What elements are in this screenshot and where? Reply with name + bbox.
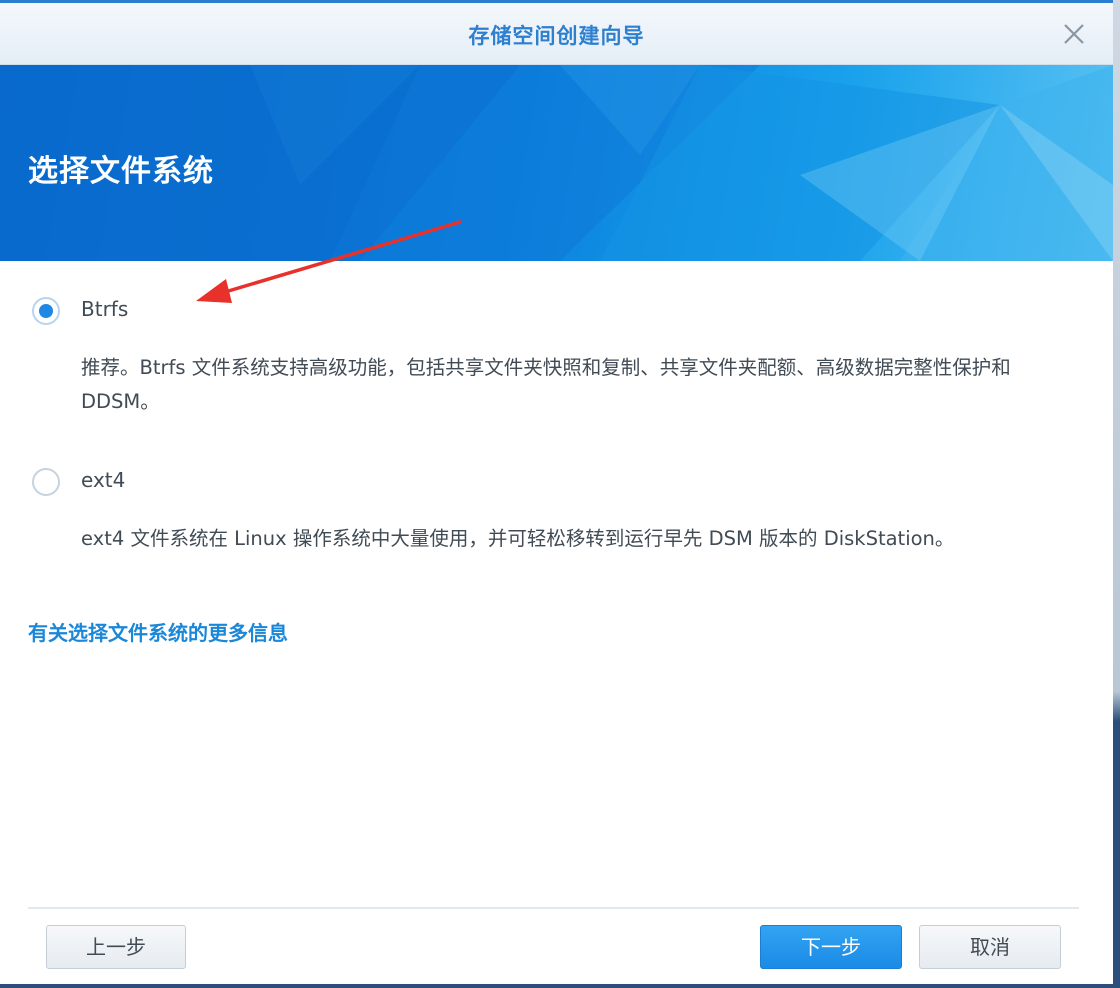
more-info-link[interactable]: 有关选择文件系统的更多信息	[28, 617, 288, 646]
header-banner: 选择文件系统	[0, 65, 1113, 261]
footer-divider	[28, 907, 1079, 909]
option-ext4[interactable]: ext4	[32, 468, 232, 498]
step-heading: 选择文件系统	[28, 154, 214, 189]
desktop-background-bottom	[0, 984, 1120, 988]
cancel-button[interactable]: 取消	[919, 925, 1061, 969]
wizard-dialog: 存储空间创建向导 选择文件系统 Btrfs 推荐。Btrfs 文件系统支持高级功…	[0, 0, 1113, 984]
option-btrfs-description: 推荐。Btrfs 文件系统支持高级功能，包括共享文件夹快照和复制、共享文件夹配额…	[81, 356, 1011, 413]
option-btrfs[interactable]: Btrfs	[32, 297, 232, 327]
option-ext4-description: ext4 文件系统在 Linux 操作系统中大量使用，并可轻松移转到运行早先 D…	[81, 527, 955, 550]
option-btrfs-label: Btrfs	[81, 297, 129, 321]
option-ext4-label: ext4	[81, 468, 126, 492]
desktop-background-edge	[1112, 0, 1120, 988]
close-icon[interactable]	[1061, 21, 1087, 47]
dialog-title: 存储空间创建向导	[468, 24, 645, 48]
radio-ext4[interactable]	[32, 468, 60, 496]
next-button[interactable]: 下一步	[760, 925, 902, 969]
dialog-titlebar: 存储空间创建向导	[0, 3, 1113, 65]
back-button[interactable]: 上一步	[46, 925, 186, 969]
radio-btrfs[interactable]	[32, 297, 60, 325]
